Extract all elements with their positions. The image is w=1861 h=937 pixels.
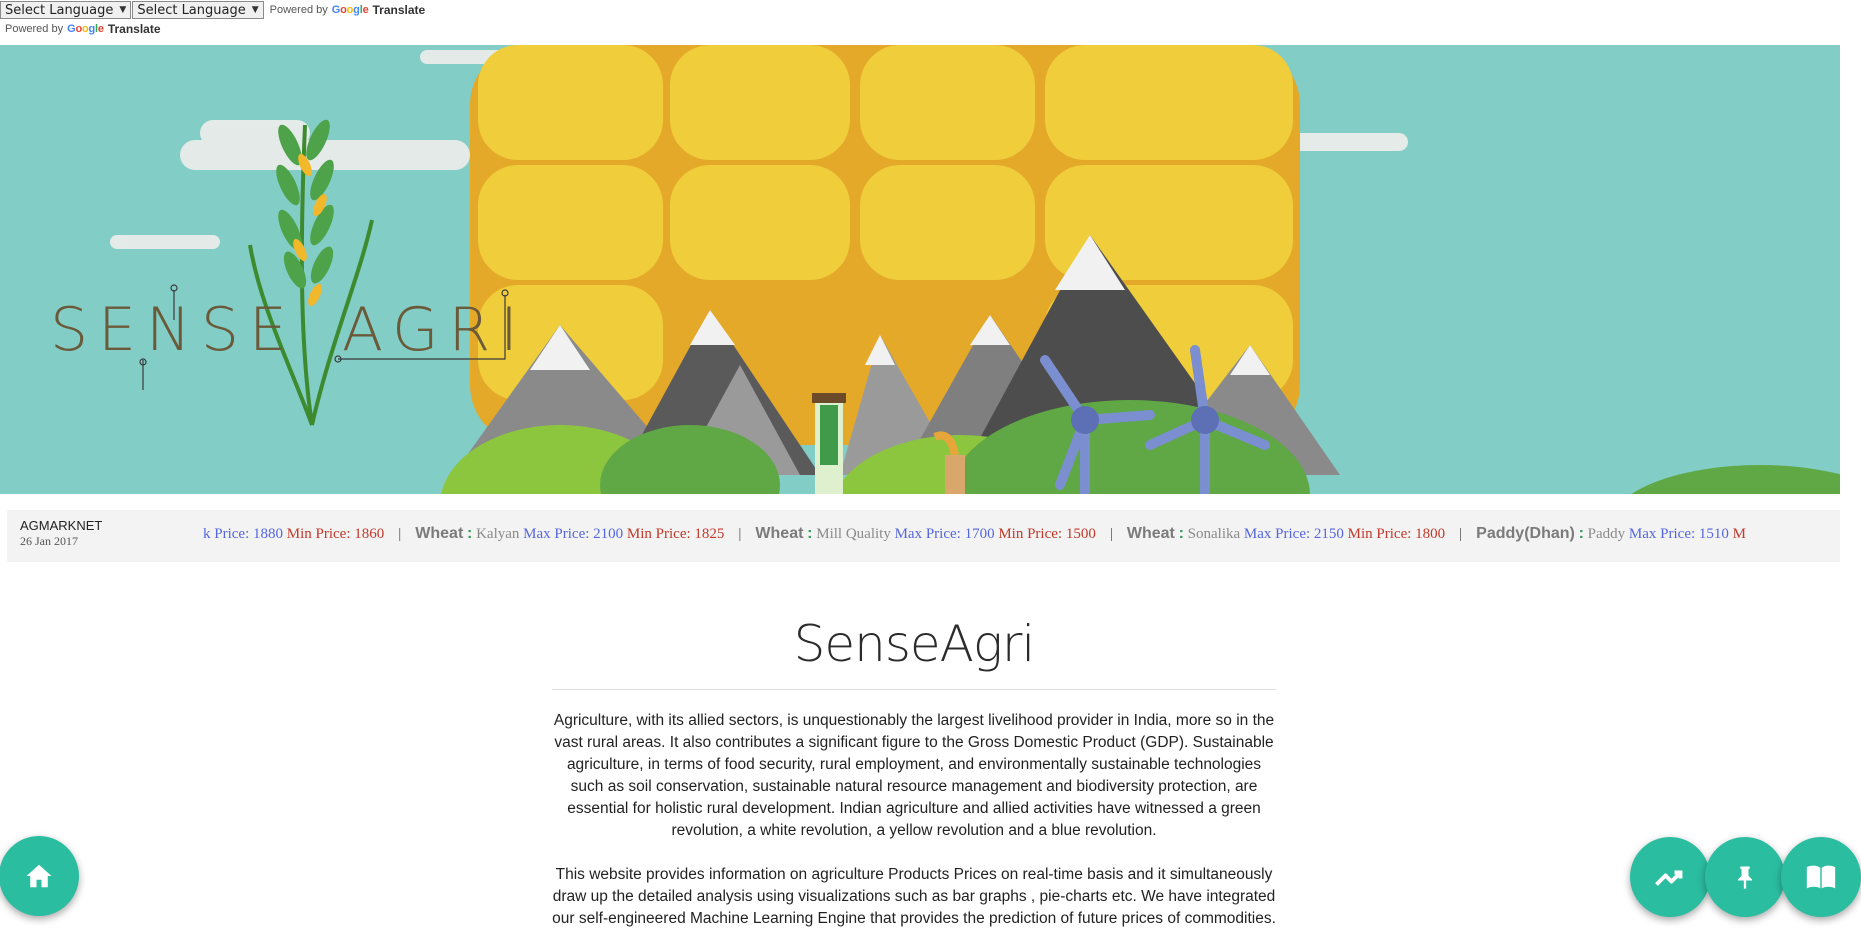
ticker-min-label: Min Price: [998, 526, 1063, 542]
ticker-max-price: k Price: 1880 [203, 525, 283, 542]
ticker-variety: Sonalika [1187, 526, 1241, 542]
ticker-separator: | [398, 525, 402, 542]
intro-paragraph: Agriculture, with its allied sectors, is… [553, 712, 1275, 839]
ticker-min-price: M [1732, 526, 1746, 542]
chevron-down-icon: ▼ [119, 5, 127, 15]
ticker-min-label: Min Price: [1347, 526, 1412, 542]
pin-button[interactable] [1705, 837, 1785, 917]
page-title: SenseAgri [793, 615, 1036, 673]
ticker-date: 26 Jan 2017 [20, 534, 78, 548]
trends-button[interactable] [1630, 837, 1710, 917]
ticker-item: Wheat : Mill Quality Max Price: 1700 Min… [755, 525, 1095, 543]
book-icon [1806, 865, 1836, 889]
ticker-min-price: 1500 [1065, 526, 1096, 542]
ticker-colon: : [1578, 525, 1584, 542]
powered-by-text: Powered by [5, 23, 64, 35]
logo-text-right: AGRI [342, 295, 528, 365]
ticker-crop: Wheat [1126, 525, 1175, 542]
ticker-item: Wheat : Sonalika Max Price: 2150 Min Pri… [1127, 525, 1445, 543]
ticker-min-label: Min Price: [626, 526, 691, 542]
translate-link[interactable]: Translate [108, 22, 161, 36]
powered-by-text: Powered by [269, 4, 328, 16]
book-button[interactable] [1781, 837, 1861, 917]
ticker-item: k Price: 1880 Min Price: 1860 [203, 526, 384, 543]
about-paragraph: This website provides information on agr… [552, 866, 1276, 927]
ticker-separator: | [1109, 525, 1113, 542]
translate-bar: Select Language ▼ Select Language ▼ Powe… [0, 0, 425, 20]
ticker-source-name: AGMARKNET [20, 518, 103, 533]
ticker-source: AGMARKNET 26 Jan 2017 [20, 518, 102, 549]
language-select-1[interactable]: Select Language ▼ [0, 1, 132, 19]
powered-by-google-translate: Powered by Google Translate [5, 22, 161, 36]
translate-bar-secondary: Powered by Google Translate [5, 22, 161, 38]
ticker-separator: | [1459, 525, 1463, 542]
powered-by-google-translate: Powered by Google Translate [270, 3, 426, 17]
language-select-label: Select Language [5, 2, 114, 18]
pin-icon [1738, 866, 1752, 889]
windmill-hub [1191, 406, 1219, 434]
ticker-separator: | [738, 525, 742, 542]
ticker-crop: Wheat [755, 525, 804, 542]
home-icon [26, 864, 52, 888]
translate-link[interactable]: Translate [372, 3, 425, 17]
ticker-max-label: Max Price: [894, 526, 961, 542]
ticker-item: Wheat : Kalyan Max Price: 2100 Min Price… [415, 525, 724, 543]
banner-illustration: SENSE AGRI [50, 45, 1840, 494]
ticker-max-label: Max Price: [1243, 526, 1311, 542]
google-logo: Google [67, 23, 104, 35]
home-button[interactable] [0, 836, 79, 916]
ticker-max-price: 1700 [964, 526, 995, 542]
ticker-min-price: 1860 [354, 525, 385, 542]
ticker-max-label: Max Price: [523, 526, 590, 542]
chevron-down-icon: ▼ [251, 5, 259, 15]
ticker-min-label: Min Price: [286, 525, 351, 542]
ticker-crop: Paddy(Dhan) [1476, 525, 1575, 542]
title-divider [552, 689, 1276, 690]
ticker-colon: : [1178, 525, 1184, 542]
language-select-2[interactable]: Select Language ▼ [132, 1, 264, 19]
google-logo: Google [331, 4, 369, 16]
ticker-colon: : [807, 525, 813, 542]
ticker-min-price: 1825 [694, 526, 725, 542]
hero-banner: SENSE AGRI [0, 45, 1840, 494]
windmill-hub [1071, 406, 1099, 434]
ticker-max-price: 2150 [1313, 526, 1344, 542]
ticker-item: Paddy(Dhan) : Paddy Max Price: 1510 M [1476, 525, 1746, 543]
ticker-max-price: 2100 [593, 526, 624, 542]
ticker-max-price: 1510 [1698, 526, 1729, 542]
silo [812, 393, 846, 494]
ticker-max-label: Max Price: [1628, 526, 1696, 542]
ticker-variety: Mill Quality [816, 526, 891, 542]
ticker-min-price: 1800 [1415, 526, 1446, 542]
ticker-colon: : [467, 525, 473, 542]
trending-icon [1655, 870, 1683, 886]
ticker-crop: Wheat [415, 525, 464, 542]
language-select-label: Select Language [137, 2, 246, 18]
ticker-marquee: k Price: 1880 Min Price: 1860 | Wheat : … [203, 525, 1746, 543]
price-ticker: AGMARKNET 26 Jan 2017 k Price: 1880 Min … [7, 510, 1840, 562]
ticker-variety: Paddy [1587, 526, 1626, 542]
ticker-variety: Kalyan [476, 526, 520, 542]
